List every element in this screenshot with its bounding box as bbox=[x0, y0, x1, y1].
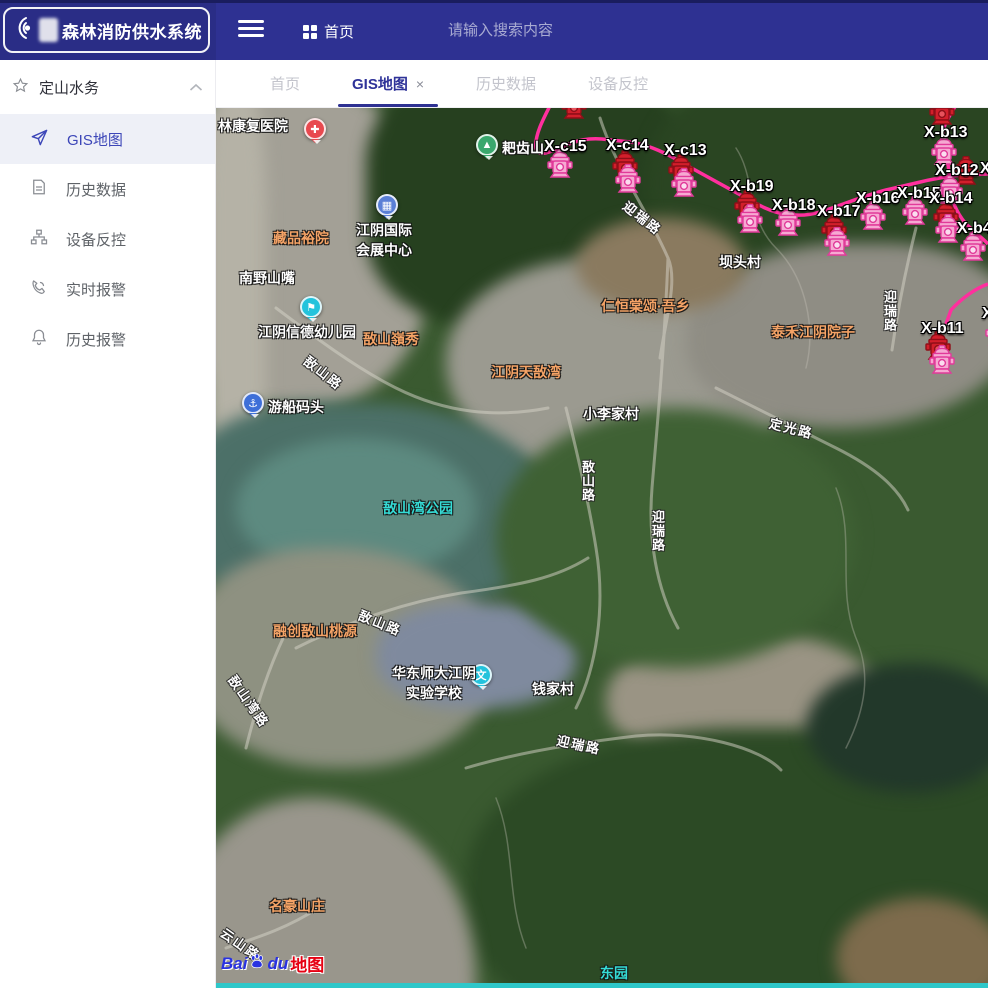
tab-gis-map[interactable]: GIS地图 × bbox=[326, 60, 450, 107]
phone-icon bbox=[30, 278, 48, 300]
baidu-logo-text2: du bbox=[267, 954, 288, 974]
road-label: 迎瑞路 bbox=[648, 510, 667, 552]
device-label[interactable]: X-b11 bbox=[921, 320, 964, 338]
tab-label: GIS地图 bbox=[352, 73, 408, 94]
chevron-up-icon[interactable] bbox=[189, 79, 203, 96]
topbar-home[interactable]: 首页 bbox=[303, 21, 354, 42]
hydrant-marker-X-c14-pink[interactable] bbox=[614, 164, 642, 196]
baidu-logo-text: Bai bbox=[221, 954, 247, 974]
area-label: 坝头村 bbox=[719, 252, 761, 272]
sidebar-item-history-alarm[interactable]: 历史报警 bbox=[0, 314, 215, 364]
tab-label: 历史数据 bbox=[476, 73, 536, 94]
device-label[interactable]: X bbox=[982, 305, 988, 323]
hydrant-marker-X-c15-red[interactable] bbox=[560, 108, 588, 122]
device-label[interactable]: X-b16 bbox=[856, 190, 900, 208]
sidebar-item-label: 历史数据 bbox=[66, 179, 126, 200]
logo-panel: 森林消防供水系统 bbox=[0, 0, 216, 60]
device-label[interactable]: X-b13 bbox=[924, 124, 968, 142]
topbar-edge bbox=[0, 0, 988, 3]
redacted-text bbox=[39, 18, 58, 42]
poi-label: 江阴信德幼儿园 bbox=[258, 322, 356, 342]
area-label: 名豪山庄 bbox=[269, 896, 325, 916]
anchor-pin[interactable]: ⚓ bbox=[242, 392, 264, 414]
tab-device-control[interactable]: 设备反控 bbox=[562, 60, 674, 107]
hamburger-icon[interactable] bbox=[238, 20, 264, 40]
device-label[interactable]: X-b14 bbox=[929, 190, 973, 208]
area-label: 敔山湾公园 bbox=[383, 498, 453, 518]
tab-label: 设备反控 bbox=[588, 73, 648, 94]
hydrant-marker-X-c13-pink[interactable] bbox=[670, 168, 698, 200]
device-label[interactable]: X-c14 bbox=[606, 137, 649, 155]
poi-label: 华东师大江阴实验学校 bbox=[392, 663, 476, 703]
poi-label: 游船码头 bbox=[268, 397, 324, 417]
mountain-pin[interactable]: ▲ bbox=[476, 134, 498, 156]
topbar-home-label: 首页 bbox=[324, 21, 354, 42]
area-label: 东园 bbox=[600, 963, 628, 983]
sidebar-item-gis-map[interactable]: GIS地图 bbox=[0, 114, 215, 164]
close-icon[interactable]: × bbox=[416, 77, 424, 91]
area-label: 钱家村 bbox=[532, 679, 574, 699]
building-pin[interactable]: ▦ bbox=[376, 194, 398, 216]
sitemap-icon bbox=[30, 228, 48, 250]
poi-label: 耙齿山 bbox=[502, 138, 544, 158]
sidebar-item-history-data[interactable]: 历史数据 bbox=[0, 164, 215, 214]
device-label[interactable]: X-b17 bbox=[817, 203, 861, 221]
sidebar-group-label: 定山水务 bbox=[39, 77, 189, 98]
area-label: 小李家村 bbox=[583, 404, 639, 424]
sidebar-item-label: 设备反控 bbox=[66, 229, 126, 250]
star-icon bbox=[12, 77, 29, 98]
grid-icon bbox=[303, 25, 317, 39]
send-icon bbox=[30, 128, 49, 151]
map-bottom-strip bbox=[216, 983, 988, 988]
area-label: 融创敔山桃源 bbox=[273, 621, 357, 641]
paw-icon bbox=[248, 952, 266, 975]
hospital-pin[interactable]: ✚ bbox=[304, 118, 326, 140]
sidebar-item-label: 历史报警 bbox=[66, 329, 126, 350]
poi-label: 林康复医院 bbox=[218, 116, 288, 136]
area-label: 南野山嘴 bbox=[239, 268, 295, 288]
bell-icon bbox=[30, 328, 48, 350]
tabbar: 首页 GIS地图 × 历史数据 设备反控 bbox=[216, 60, 988, 108]
topbar: 森林消防供水系统 首页 bbox=[0, 0, 988, 60]
device-label[interactable]: X-b18 bbox=[772, 197, 816, 215]
sidebar: 定山水务 GIS地图 历史数据 设备反控 bbox=[0, 60, 216, 988]
sidebar-item-device-control[interactable]: 设备反控 bbox=[0, 214, 215, 264]
baidu-map-word: 地图 bbox=[290, 951, 324, 976]
area-label: 泰禾江阴院子 bbox=[771, 322, 855, 342]
app-title: 森林消防供水系统 bbox=[62, 18, 202, 43]
hydrant-marker-X-b19-pink[interactable] bbox=[736, 204, 764, 236]
road-label: 敔山路 bbox=[578, 460, 597, 502]
hydrant-marker-X-b11-pink[interactable] bbox=[928, 345, 956, 377]
tab-history-data[interactable]: 历史数据 bbox=[450, 60, 562, 107]
device-label[interactable]: X-b19 bbox=[730, 178, 774, 196]
device-label[interactable]: X-b4 bbox=[957, 220, 988, 238]
hydrant-marker-X-b17-pink[interactable] bbox=[823, 227, 851, 259]
area-label: 藏品裕院 bbox=[273, 228, 329, 248]
tab-label: 首页 bbox=[270, 73, 300, 94]
sidebar-item-realtime-alarm[interactable]: 实时报警 bbox=[0, 264, 215, 314]
sidebar-item-label: GIS地图 bbox=[67, 129, 123, 150]
radar-icon bbox=[11, 15, 37, 46]
search-input[interactable] bbox=[448, 18, 628, 42]
device-label[interactable]: X-b12 bbox=[935, 162, 979, 180]
poi-label: 江阴国际会展中心 bbox=[356, 220, 412, 260]
device-label[interactable]: X-c13 bbox=[664, 142, 707, 160]
device-label[interactable]: X-c15 bbox=[544, 138, 587, 156]
area-label: 江阴天敔湾 bbox=[491, 362, 561, 382]
area-label: 敔山嶺秀 bbox=[363, 329, 419, 349]
pipeline-layer bbox=[216, 108, 988, 988]
sidebar-group-dingshan[interactable]: 定山水务 bbox=[0, 60, 215, 114]
area-label: 仁恒棠颂·吾乡 bbox=[601, 296, 690, 316]
flag-pin[interactable]: ⚑ bbox=[300, 296, 322, 318]
road-label: 迎瑞路 bbox=[880, 290, 899, 332]
gis-map-canvas[interactable]: X-c15 X-c14 bbox=[216, 108, 988, 988]
tab-home[interactable]: 首页 bbox=[244, 60, 326, 107]
device-label[interactable]: X-b1 bbox=[980, 160, 988, 178]
sidebar-item-label: 实时报警 bbox=[66, 279, 126, 300]
map-attribution: Bai du 地图 bbox=[221, 951, 324, 976]
document-icon bbox=[30, 178, 48, 200]
app-logo: 森林消防供水系统 bbox=[3, 7, 210, 53]
